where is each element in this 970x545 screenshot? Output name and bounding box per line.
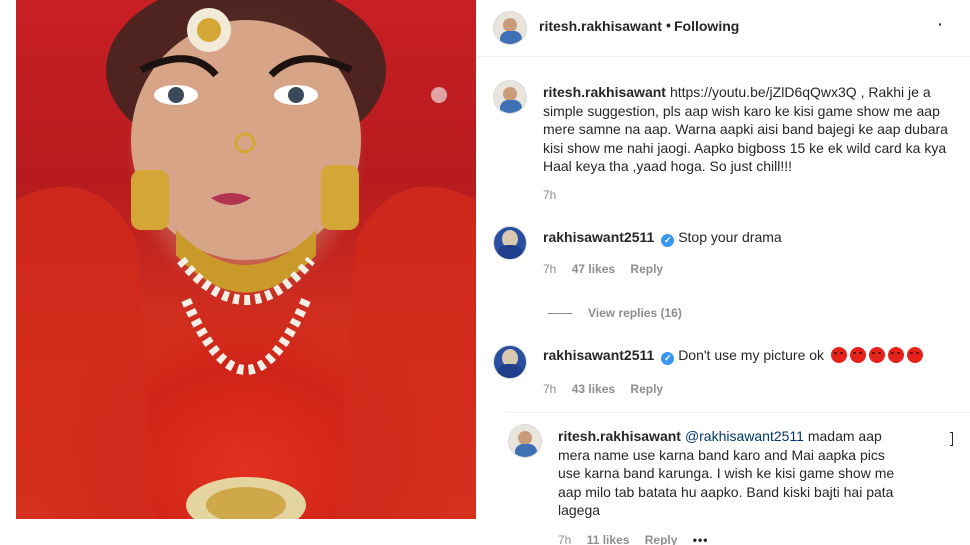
comment-avatar[interactable]	[493, 80, 527, 114]
comment: rakhisawant2511 ✓ Don't use my picture ok	[543, 346, 963, 365]
comments-panel: ritesh.rakhisawant • Following · ritesh.…	[476, 0, 970, 545]
verified-badge-icon: ✓	[661, 234, 675, 247]
view-replies-label: View replies (16)	[588, 306, 682, 320]
comment-body: Don't use my picture ok	[678, 347, 825, 363]
author-avatar[interactable]	[493, 11, 527, 45]
comment-body: Stop your drama	[678, 229, 782, 245]
comment-likes[interactable]: 43 likes	[572, 382, 615, 396]
comment-time[interactable]: 7h	[543, 262, 556, 276]
scrollbar-edge[interactable]	[950, 432, 953, 446]
angry-face-icon	[830, 347, 847, 363]
reply-mention[interactable]: @rakhisawant2511	[685, 428, 804, 444]
reply-likes[interactable]: 11 likes	[587, 533, 630, 545]
reply-button[interactable]: Reply	[645, 533, 678, 545]
reply-time[interactable]: 7h	[558, 533, 571, 545]
comment: rakhisawant2511 ✓ Stop your drama	[543, 228, 953, 247]
view-replies-line	[548, 313, 572, 315]
comment-username[interactable]: rakhisawant2511	[543, 347, 654, 363]
angry-face-icon	[849, 347, 866, 363]
comment-meta: 7h 43 likes Reply	[543, 382, 675, 396]
angry-face-icon	[868, 347, 885, 363]
author-username[interactable]: ritesh.rakhisawant	[539, 18, 662, 34]
header-separator: •	[666, 17, 671, 33]
caption-comment: ritesh.rakhisawant https://youtu.be/jZlD6…	[543, 83, 953, 176]
reply-meta: 7h 11 likes Reply •••	[558, 533, 720, 545]
reply-button[interactable]: Reply	[630, 262, 663, 276]
angry-face-icon	[906, 347, 923, 363]
following-button[interactable]: Following	[674, 18, 739, 34]
reply-button[interactable]: Reply	[630, 382, 663, 396]
comment-time[interactable]: 7h	[543, 382, 556, 396]
comment-meta: 7h	[543, 188, 568, 202]
verified-badge-icon: ✓	[661, 352, 675, 365]
comment-avatar[interactable]	[493, 345, 527, 379]
comment-time[interactable]: 7h	[543, 188, 556, 202]
post-header: ritesh.rakhisawant • Following ·	[476, 0, 970, 57]
reply-avatar[interactable]	[508, 424, 542, 458]
reply-divider	[506, 412, 970, 413]
view-replies-button[interactable]: View replies (16)	[548, 306, 682, 320]
comment-likes[interactable]: 47 likes	[572, 262, 615, 276]
angry-face-icon	[887, 347, 904, 363]
comment-avatar[interactable]	[493, 226, 527, 260]
comment-username[interactable]: rakhisawant2511	[543, 229, 654, 245]
comment-meta: 7h 47 likes Reply	[543, 262, 675, 276]
reply-username[interactable]: ritesh.rakhisawant	[558, 428, 681, 444]
post-photo[interactable]	[16, 0, 476, 519]
reply-comment: ritesh.rakhisawant @rakhisawant2511 madam…	[558, 427, 910, 520]
more-options-icon[interactable]: ·	[938, 16, 944, 32]
reply-more-icon[interactable]: •••	[693, 533, 709, 545]
comment-username[interactable]: ritesh.rakhisawant	[543, 84, 666, 100]
